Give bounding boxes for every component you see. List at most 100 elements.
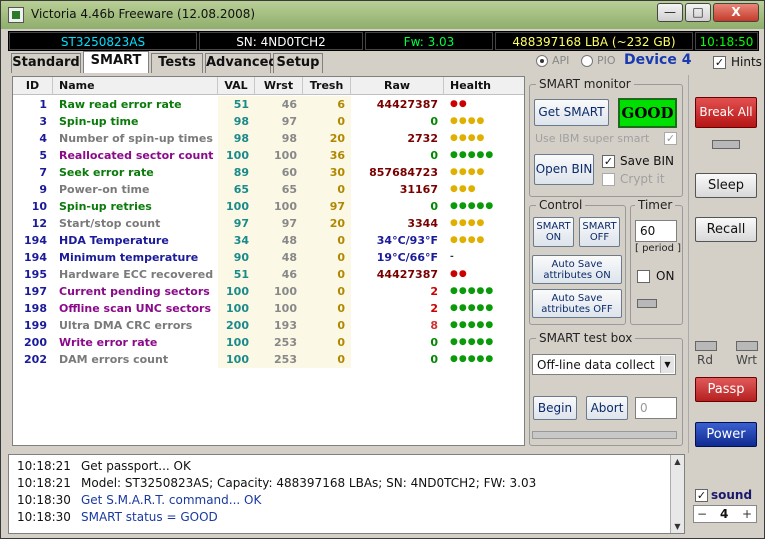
cell-name: DAM errors count [59,353,169,366]
log-line: 10:18:30 Get S.M.A.R.T. command... OK [17,492,261,509]
cell-tresh: 6 [303,96,351,113]
table-row[interactable]: 197 Current pending sectors 100 100 0 2 ●●●●● [13,283,524,300]
table-row[interactable]: 194 HDA Temperature 34 48 0 34°C/93°F ●●●● [13,232,524,249]
smart-off-button[interactable]: SMART OFF [579,217,620,247]
cell-id: 200 [24,336,47,349]
hints-checkbox[interactable]: ✓ [713,56,726,69]
log-line: 10:18:21 Model: ST3250823AS; Capacity: 48… [17,475,536,492]
cell-tresh: 0 [303,283,351,300]
tab-tests[interactable]: Tests [151,53,203,73]
tab-advanced[interactable]: Advanced [205,53,278,73]
cell-raw: 0 [430,115,438,128]
table-row[interactable]: 194 Minimum temperature 90 48 0 19°C/66°F - [13,249,524,266]
timer-title: Timer [635,198,676,212]
cell-health: ●●●●● [450,337,495,347]
control-title: Control [536,198,586,212]
cell-wrst: 48 [255,232,303,249]
cell-id: 10 [31,200,47,213]
tab-setup[interactable]: Setup [273,53,323,73]
event-log[interactable]: 10:18:21 Get passport... OK 10:18:21 Model:… [8,454,685,534]
table-row[interactable]: 200 Write error rate 100 253 0 0 ●●●●● [13,334,524,351]
cell-raw: 3344 [407,217,438,230]
power-button[interactable]: Power [695,422,757,447]
table-row[interactable]: 4 Number of spin-up times 98 98 20 2732 ●●●● [13,130,524,147]
get-smart-button[interactable]: Get SMART [534,99,609,126]
cell-tresh: 30 [303,164,351,181]
chevron-down-icon[interactable]: ▼ [660,356,674,373]
smart-on-button[interactable]: SMART ON [533,217,574,247]
cell-raw: 857684723 [369,166,438,179]
cell-name: Spin-up time [59,115,139,128]
cell-id: 12 [31,217,47,230]
cell-tresh: 0 [303,300,351,317]
table-row[interactable]: 202 DAM errors count 100 253 0 0 ●●●●● [13,351,524,368]
test-type-select[interactable]: Off-line data collect ▼ [532,354,676,375]
timer-period-input[interactable]: 60 [635,220,677,242]
table-row[interactable]: 7 Seek error rate 89 60 30 857684723 ●●●● [13,164,524,181]
passport-button[interactable]: Passp [695,377,757,402]
scroll-down-icon[interactable]: ▼ [672,521,683,532]
table-row[interactable]: 5 Reallocated sector count 100 100 36 0 ●●●●● [13,147,524,164]
cell-id: 202 [24,353,47,366]
crypt-checkbox[interactable] [602,173,615,186]
cell-name: Current pending sectors [59,285,210,298]
log-line: 10:18:30 SMART status = GOOD [17,509,218,526]
table-row[interactable]: 10 Spin-up retries 100 100 97 0 ●●●●● [13,198,524,215]
table-row[interactable]: 1 Raw read error rate 51 46 6 44427387 ●● [13,96,524,113]
cell-tresh: 20 [303,215,351,232]
volume-value: 4 [720,507,729,521]
auto-save-on-button[interactable]: Auto Save attributes ON [532,255,622,284]
title-bar[interactable]: Victoria 4.46b Freeware (12.08.2008) — □… [1,1,764,29]
ibm-super-smart-checkbox[interactable]: ✓ [664,132,677,145]
table-row[interactable]: 195 Hardware ECC recovered 51 46 0 44427387 ●● [13,266,524,283]
cell-val: 100 [218,147,255,164]
sound-checkbox[interactable]: ✓ [695,489,708,502]
cell-tresh: 0 [303,317,351,334]
tab-smart[interactable]: SMART [83,51,149,73]
cell-id: 199 [24,319,47,332]
break-all-button[interactable]: Break All [695,97,757,128]
cell-val: 100 [218,351,255,368]
table-row[interactable]: 9 Power-on time 65 65 0 31167 ●●● [13,181,524,198]
read-label: Rd [697,353,713,367]
cell-name: Ultra DMA CRC errors [59,319,193,332]
sleep-button[interactable]: Sleep [695,173,757,198]
table-row[interactable]: 198 Offline scan UNC sectors 100 100 0 2 ●●●●● [13,300,524,317]
cell-raw: 0 [430,200,438,213]
log-message: Model: ST3250823AS; Capacity: 488397168 … [81,476,537,490]
open-bin-button[interactable]: Open BIN [534,154,594,185]
cell-raw: 2 [430,285,438,298]
sound-volume-stepper[interactable]: − 4 + [693,505,757,523]
device-label[interactable]: Device 4 [624,52,691,68]
cell-val: 100 [218,198,255,215]
log-scrollbar[interactable]: ▲ ▼ [670,455,684,533]
maximize-button[interactable]: □ [685,3,711,22]
volume-down-button[interactable]: − [697,506,707,522]
table-row[interactable]: 12 Start/stop count 97 97 20 3344 ●●●● [13,215,524,232]
save-bin-checkbox[interactable]: ✓ [602,155,615,168]
volume-up-button[interactable]: + [742,506,752,522]
minimize-button[interactable]: — [657,3,683,22]
cell-wrst: 48 [255,249,303,266]
api-radio[interactable] [536,55,548,67]
smart-test-box-title: SMART test box [536,331,636,345]
close-button[interactable]: X [713,3,759,22]
auto-save-off-button[interactable]: Auto Save attributes OFF [532,289,622,318]
cell-health: ●●●●● [450,354,495,364]
cell-wrst: 65 [255,181,303,198]
scroll-up-icon[interactable]: ▲ [672,456,683,467]
table-row[interactable]: 3 Spin-up time 98 97 0 0 ●●●● [13,113,524,130]
abort-test-button[interactable]: Abort [586,396,628,420]
cell-val: 100 [218,334,255,351]
timer-on-checkbox[interactable] [637,270,650,283]
cell-val: 98 [218,130,255,147]
api-label: API [552,54,570,67]
begin-test-button[interactable]: Begin [533,396,577,420]
table-row[interactable]: 199 Ultra DMA CRC errors 200 193 0 8 ●●●●● [13,317,524,334]
pio-radio[interactable] [581,55,593,67]
cell-name: Raw read error rate [59,98,182,111]
tab-standard[interactable]: Standard [11,53,81,73]
cell-health: ●●●● [450,167,486,177]
cell-raw: 31167 [399,183,438,196]
recall-button[interactable]: Recall [695,217,757,242]
